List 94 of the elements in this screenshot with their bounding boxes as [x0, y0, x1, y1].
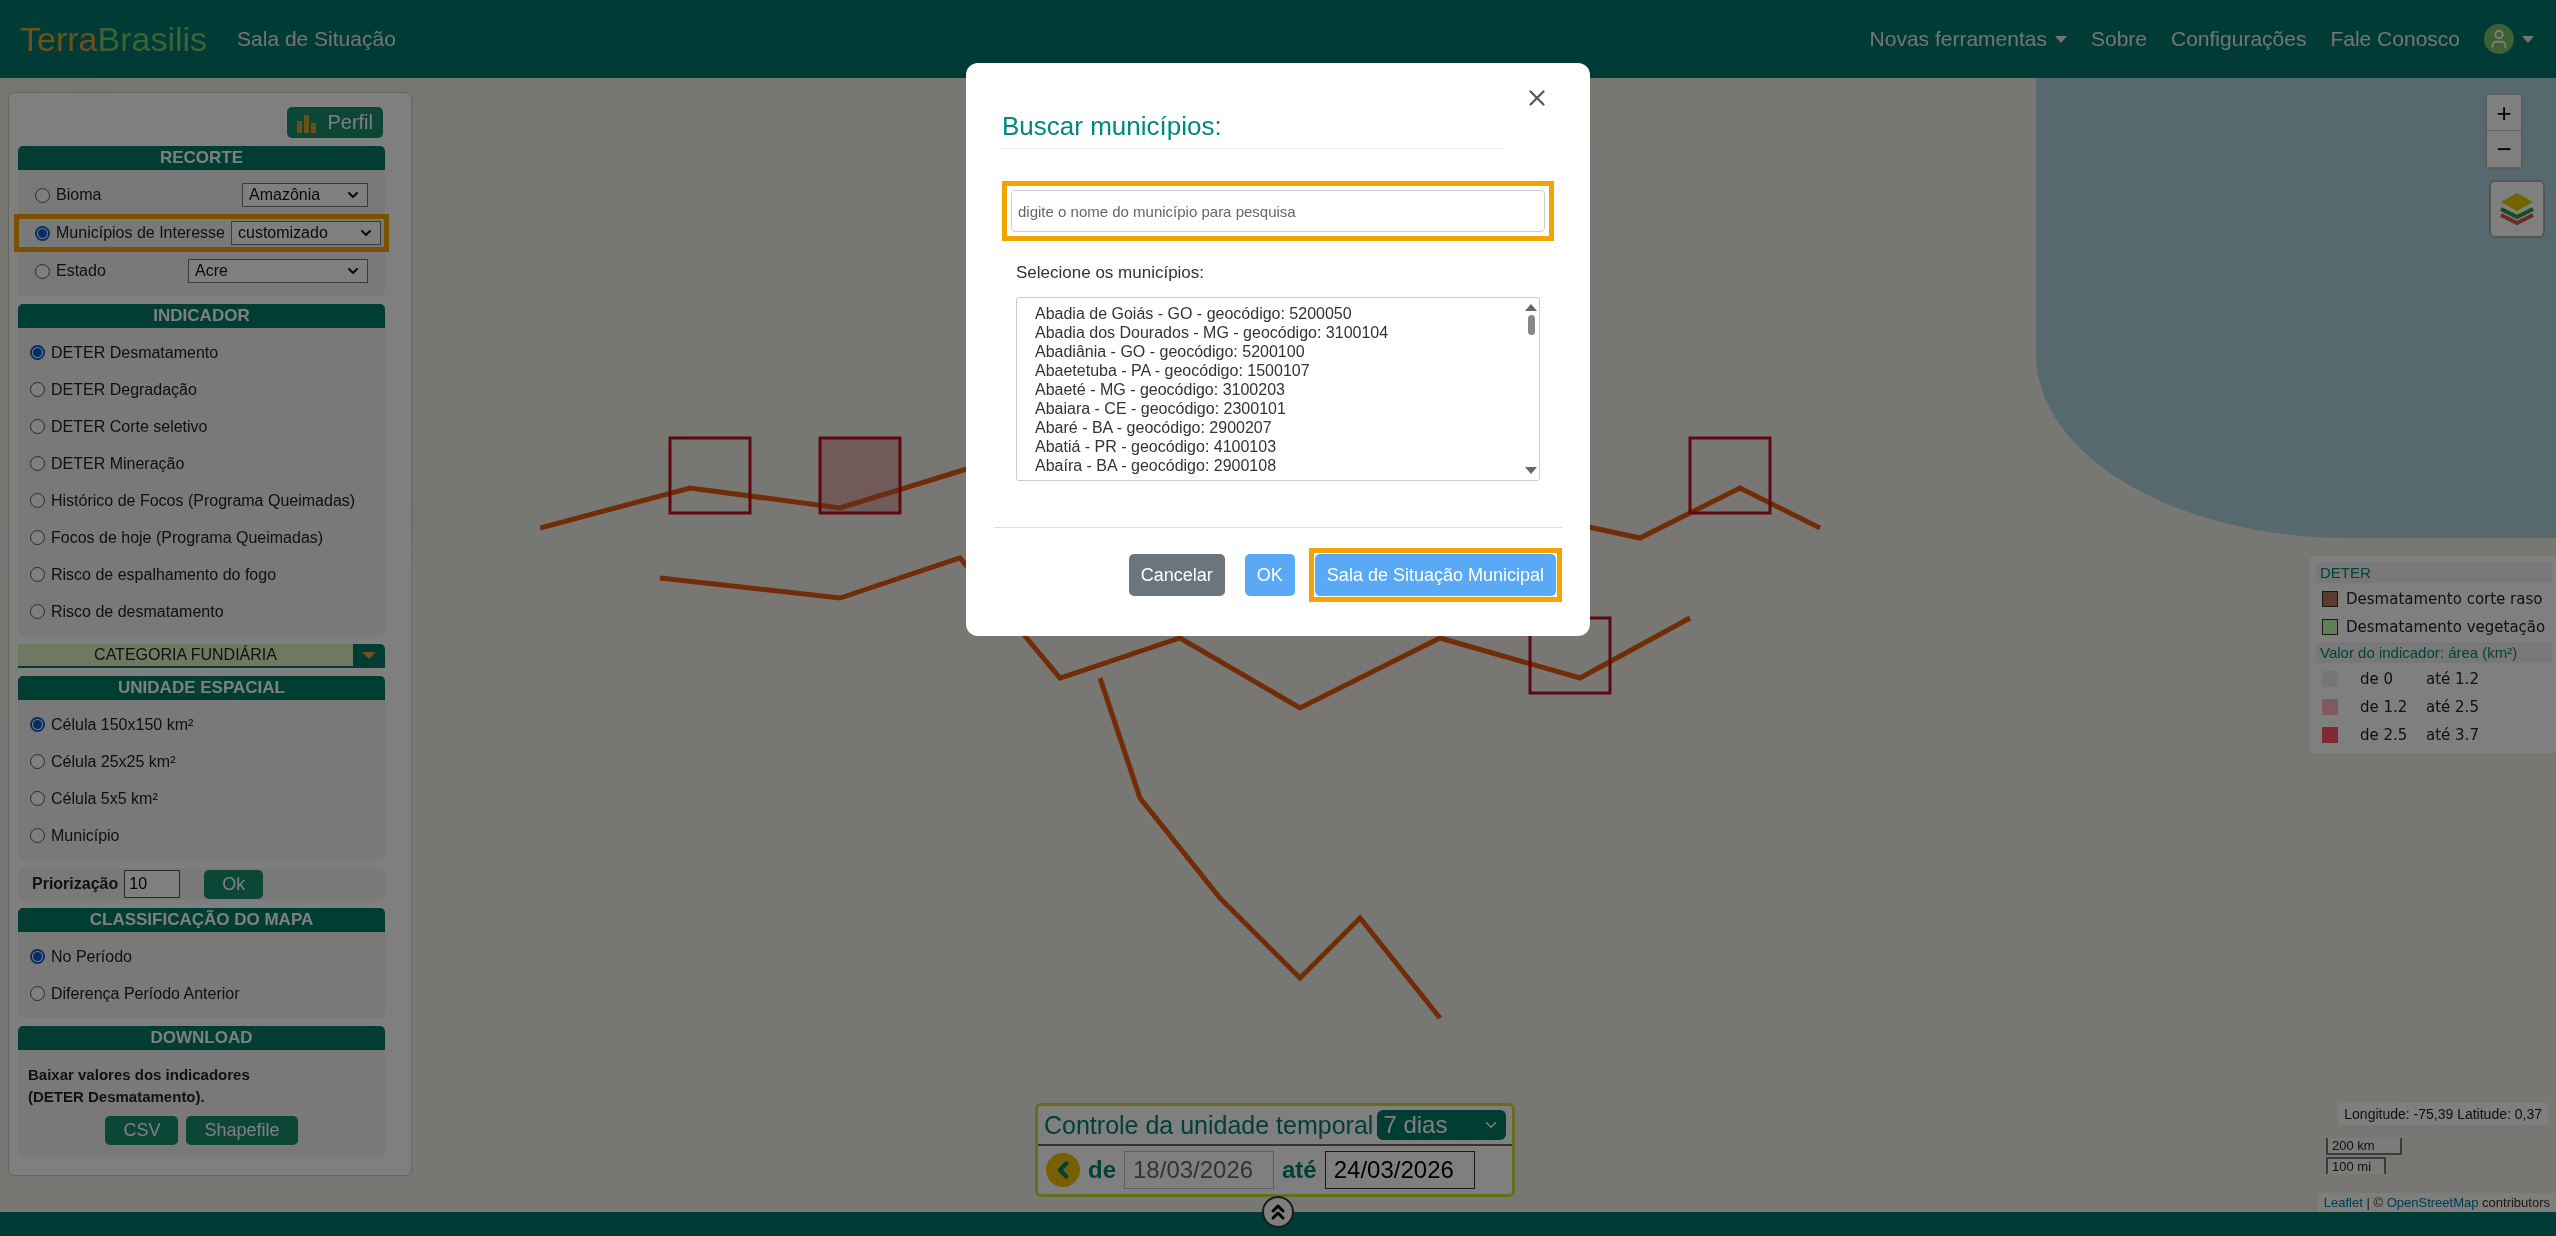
radio-button[interactable]	[35, 187, 50, 203]
dialog-title: Buscar municípios:	[1002, 111, 1504, 149]
radio-button[interactable]	[30, 382, 45, 397]
expand-button[interactable]	[1262, 1196, 1294, 1228]
list-option[interactable]: Abadiânia - GO - geocódigo: 5200100	[1035, 342, 1523, 361]
priority-input[interactable]: 10	[124, 870, 181, 898]
radio-label: Célula 5x5 km²	[51, 789, 158, 808]
radio-label: Risco de espalhamento do fogo	[51, 565, 277, 584]
radio-label: Bioma	[56, 186, 102, 204]
ok-button[interactable]: Ok	[204, 869, 264, 899]
legend-label: de 2.5	[2360, 725, 2409, 744]
radio-label: Risco de desmatamento	[51, 602, 224, 621]
leaflet-link[interactable]: Leaflet	[2323, 1195, 2363, 1210]
radio-button[interactable]	[30, 345, 45, 360]
list-option[interactable]: Abaeté - MG - geocódigo: 3100203	[1035, 380, 1523, 399]
radio-label: DETER Mineração	[51, 454, 185, 473]
legend-label: de 1.2	[2360, 697, 2409, 716]
legend-subtitle: Valor do indicador: área (km²)	[2316, 642, 2552, 663]
page-title: Sala de Situação	[237, 27, 396, 51]
list-option[interactable]: Abaiara - CE - geocódigo: 2300101	[1035, 399, 1523, 418]
radio-label: Célula 25x25 km²	[51, 752, 176, 771]
radio-button[interactable]	[35, 263, 50, 279]
legend-label: até 1.2	[2426, 669, 2479, 688]
download-text: Baixar valores dos indicadores (DETER Desmatamento).	[28, 1065, 251, 1107]
radio-label: Estado	[56, 262, 106, 280]
priority-label: Priorização	[32, 875, 119, 893]
time-control-title: Controle da unidade temporal	[1044, 1110, 1374, 1140]
nav-link[interactable]: Novas ferramentas	[1869, 27, 2067, 51]
dropdown-select[interactable]: customizado	[231, 221, 381, 245]
section-header: RECORTE	[18, 146, 385, 170]
list-option[interactable]: Abatiá - PR - geocódigo: 4100103	[1035, 437, 1523, 456]
radio-button[interactable]	[35, 225, 50, 241]
list-option[interactable]: Abaetetuba - PA - geocódigo: 1500107	[1035, 361, 1523, 380]
profile-button[interactable]: Perfil	[287, 107, 383, 138]
period-select[interactable]: 7 dias	[1377, 1110, 1506, 1140]
legend-label: até 2.5	[2426, 697, 2479, 716]
legend-label: até 3.7	[2426, 725, 2479, 744]
coordinates-display: Longitude: -75,39 Latitude: 0,37	[2338, 1103, 2548, 1125]
list-option[interactable]: Abaíra - BA - geocódigo: 2900108	[1035, 456, 1523, 475]
section-header: INDICADOR	[18, 304, 385, 328]
radio-label: DETER Corte seletivo	[51, 417, 208, 436]
dialog-button[interactable]: Cancelar	[1128, 554, 1225, 596]
list-option[interactable]: Abadia de Goiás - GO - geocódigo: 5200050	[1035, 304, 1523, 323]
radio-label: DETER Degradação	[51, 380, 197, 399]
legend-title: DETER	[2316, 562, 2552, 583]
radio-button[interactable]	[30, 567, 45, 582]
legend-label: Desmatamento corte raso	[2346, 589, 2543, 608]
radio-button[interactable]	[30, 754, 45, 769]
radio-label: Célula 150x150 km²	[51, 715, 194, 734]
attribution-text: Leaflet | © OpenStreetMap contributors	[2317, 1193, 2556, 1212]
list-option[interactable]: Abadia dos Dourados - MG - geocódigo: 3100104	[1035, 323, 1523, 342]
section-header: UNIDADE ESPACIAL	[18, 676, 385, 700]
radio-label: Focos de hoje (Programa Queimadas)	[51, 528, 324, 547]
radio-button[interactable]	[30, 604, 45, 619]
nav-link[interactable]: Configurações	[2171, 27, 2307, 51]
search-field[interactable]: digite o nome do município para pesquisa	[1011, 190, 1545, 232]
previous-button[interactable]	[1046, 1153, 1080, 1187]
to-label: até	[1282, 1156, 1317, 1184]
nav-link[interactable]: Fale Conosco	[2330, 27, 2460, 51]
list-option[interactable]: Abaré - BA - geocódigo: 2900207	[1035, 418, 1523, 437]
radio-button[interactable]	[30, 717, 45, 732]
radio-button[interactable]	[30, 419, 45, 434]
radio-button[interactable]	[30, 986, 45, 1001]
zoom-in-button[interactable]: +	[2487, 95, 2521, 131]
download-button[interactable]: CSV	[105, 1116, 179, 1145]
radio-button[interactable]	[30, 456, 45, 471]
radio-button[interactable]	[30, 828, 45, 843]
radio-label: Município	[51, 826, 120, 845]
download-button[interactable]: Shapefile	[186, 1116, 298, 1145]
end-date-field[interactable]: 24/03/2026	[1324, 1151, 1475, 1189]
section-header: CATEGORIA FUNDIÁRIA	[18, 644, 353, 666]
from-label: de	[1088, 1156, 1116, 1184]
radio-label: Histórico de Focos (Programa Queimadas)	[51, 491, 356, 510]
list-label: Selecione os municípios:	[1016, 263, 1206, 283]
radio-button[interactable]	[30, 530, 45, 545]
radio-button[interactable]	[30, 791, 45, 806]
dropdown-select[interactable]: Acre	[188, 259, 368, 283]
radio-label: Diferença Período Anterior	[51, 984, 240, 1003]
layers-icon	[2497, 191, 2537, 227]
radio-button[interactable]	[30, 493, 45, 508]
radio-label: No Período	[51, 947, 132, 966]
nav-link[interactable]: Sobre	[2090, 27, 2147, 51]
legend-label: de 0	[2360, 669, 2395, 688]
avatar-icon	[2484, 24, 2514, 54]
osm-link[interactable]: OpenStreetMap	[2386, 1195, 2479, 1210]
section-header: DOWNLOAD	[18, 1026, 385, 1050]
radio-button[interactable]	[30, 949, 45, 964]
user-menu[interactable]	[2484, 24, 2534, 54]
radio-label: DETER Desmatamento	[51, 343, 219, 362]
section-header: CLASSIFICAÇÃO DO MAPA	[18, 908, 385, 932]
radio-label: Municípios de Interesse	[56, 224, 225, 242]
dropdown-select[interactable]: Amazônia	[242, 183, 368, 207]
legend-label: Desmatamento vegetação	[2346, 617, 2546, 636]
layers-button[interactable]	[2489, 180, 2545, 238]
